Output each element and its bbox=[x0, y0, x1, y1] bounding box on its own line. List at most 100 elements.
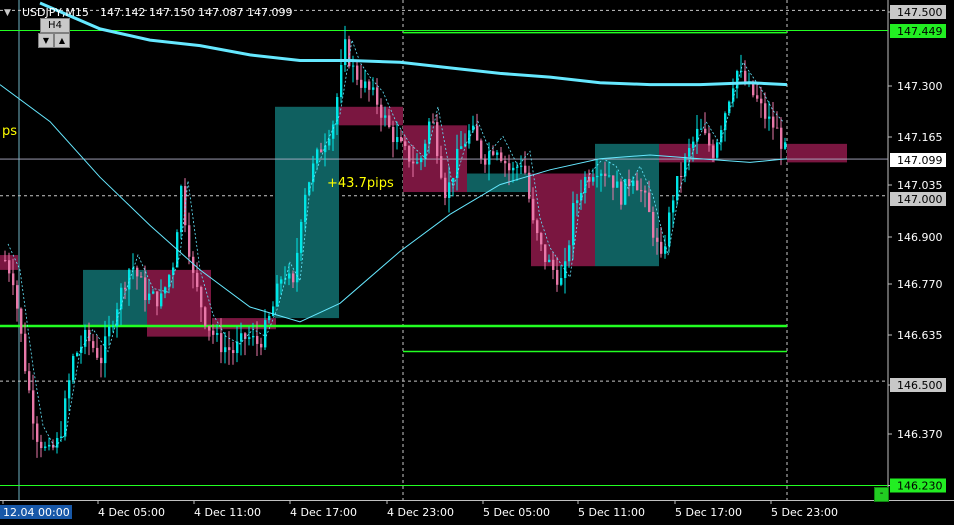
bull-candle bbox=[76, 352, 79, 357]
bull-candle bbox=[516, 166, 519, 168]
bear-candle bbox=[776, 127, 779, 129]
bear-candle bbox=[380, 104, 383, 118]
bull-candle bbox=[248, 337, 251, 339]
timeframe-up-icon[interactable]: ▲ bbox=[54, 33, 70, 48]
bull-candle bbox=[296, 252, 299, 283]
bear-candle bbox=[212, 330, 215, 335]
bear-candle bbox=[392, 126, 395, 143]
price-tick-label: 146.770 bbox=[897, 278, 943, 291]
bear-candle bbox=[144, 277, 147, 301]
bear-candle bbox=[476, 125, 479, 141]
bull-candle bbox=[728, 101, 731, 114]
bear-candle bbox=[356, 65, 359, 80]
bear-candle bbox=[4, 260, 7, 262]
bear-candle bbox=[16, 285, 19, 309]
bear-candle bbox=[660, 241, 663, 254]
bull-candle bbox=[364, 81, 367, 88]
bear-candle bbox=[744, 70, 747, 84]
bull-candle bbox=[688, 148, 691, 157]
bear-candle bbox=[100, 357, 103, 364]
bull-candle bbox=[624, 179, 627, 205]
time-tick-label: 4 Dec 23:00 bbox=[387, 506, 454, 519]
bear-candle bbox=[532, 198, 535, 221]
bear-candle bbox=[40, 441, 43, 449]
ohlc-readout: 147.142 147.150 147.087 147.099 bbox=[100, 6, 292, 19]
bear-candle bbox=[136, 267, 139, 277]
bull-candle bbox=[384, 115, 387, 118]
bear-candle bbox=[140, 276, 143, 278]
bear-candle bbox=[492, 151, 495, 155]
bull-candle bbox=[716, 142, 719, 158]
bear-candle bbox=[644, 190, 647, 193]
pips-fragment-label: ps bbox=[2, 124, 17, 139]
time-tick-label: 5 Dec 05:00 bbox=[483, 506, 550, 519]
bull-candle bbox=[108, 326, 111, 337]
bull-candle bbox=[784, 142, 787, 149]
timeframe-down-icon[interactable]: ▼ bbox=[38, 33, 54, 48]
bear-candle bbox=[368, 81, 371, 90]
bear-candle bbox=[552, 259, 555, 270]
bull-candle bbox=[560, 278, 563, 285]
bear-candle bbox=[508, 163, 511, 171]
bull-candle bbox=[672, 200, 675, 213]
bear-candle bbox=[32, 390, 35, 424]
bear-candle bbox=[256, 335, 259, 344]
bull-candle bbox=[372, 87, 375, 90]
bull-candle bbox=[684, 156, 687, 177]
bull-candle bbox=[148, 293, 151, 301]
price-tick-label: 147.300 bbox=[897, 80, 943, 93]
bear-candle bbox=[8, 260, 11, 274]
bear-candle bbox=[480, 140, 483, 159]
bull-candle bbox=[252, 335, 255, 338]
bear-candle bbox=[612, 175, 615, 188]
bull-candle bbox=[608, 175, 611, 177]
bull-candle bbox=[576, 200, 579, 204]
bear-candle bbox=[220, 333, 223, 353]
bull-candle bbox=[152, 291, 155, 294]
bull-candle bbox=[416, 162, 419, 164]
bear-candle bbox=[540, 233, 543, 245]
time-tick-label: 4 Dec 17:00 bbox=[290, 506, 357, 519]
bear-candle bbox=[524, 165, 527, 173]
header-arrow-icon[interactable]: ▼ bbox=[4, 8, 11, 18]
bear-candle bbox=[20, 308, 23, 334]
bear-candle bbox=[208, 326, 211, 331]
bear-candle bbox=[500, 152, 503, 161]
bear-candle bbox=[504, 160, 507, 164]
bull-candle bbox=[596, 175, 599, 178]
minus-button[interactable]: - bbox=[874, 487, 889, 502]
bull-candle bbox=[340, 65, 343, 98]
h4-bull-box bbox=[467, 173, 531, 193]
price-tick-label: 146.635 bbox=[897, 329, 943, 342]
bear-candle bbox=[544, 244, 547, 263]
time-tick-label: 5 Dec 11:00 bbox=[578, 506, 645, 519]
bear-candle bbox=[24, 333, 27, 372]
bull-candle bbox=[468, 130, 471, 144]
bear-candle bbox=[408, 145, 411, 162]
bull-candle bbox=[72, 356, 75, 381]
bear-candle bbox=[652, 211, 655, 238]
time-tick-label: 5 Dec 23:00 bbox=[771, 506, 838, 519]
bull-candle bbox=[316, 149, 319, 164]
bear-candle bbox=[708, 133, 711, 146]
bull-candle bbox=[460, 146, 463, 149]
bull-candle bbox=[160, 293, 163, 307]
bear-candle bbox=[184, 186, 187, 226]
bull-candle bbox=[512, 167, 515, 171]
price-tag-label: 147.000 bbox=[897, 193, 943, 206]
bull-candle bbox=[428, 121, 431, 144]
bull-candle bbox=[396, 137, 399, 143]
bear-candle bbox=[360, 79, 363, 88]
bull-candle bbox=[104, 336, 107, 364]
bear-candle bbox=[412, 161, 415, 164]
bear-candle bbox=[536, 220, 539, 234]
bull-candle bbox=[268, 316, 271, 321]
bull-candle bbox=[216, 333, 219, 335]
bull-candle bbox=[332, 124, 335, 139]
bull-candle bbox=[568, 245, 571, 262]
bear-candle bbox=[88, 329, 91, 342]
bear-candle bbox=[28, 371, 31, 391]
bear-candle bbox=[444, 177, 447, 198]
price-chart[interactable]: 147.500 147.300 147.165 147.035 146.900 146.7… bbox=[0, 0, 954, 525]
timeframe-h4-button[interactable]: H4 bbox=[40, 18, 70, 33]
